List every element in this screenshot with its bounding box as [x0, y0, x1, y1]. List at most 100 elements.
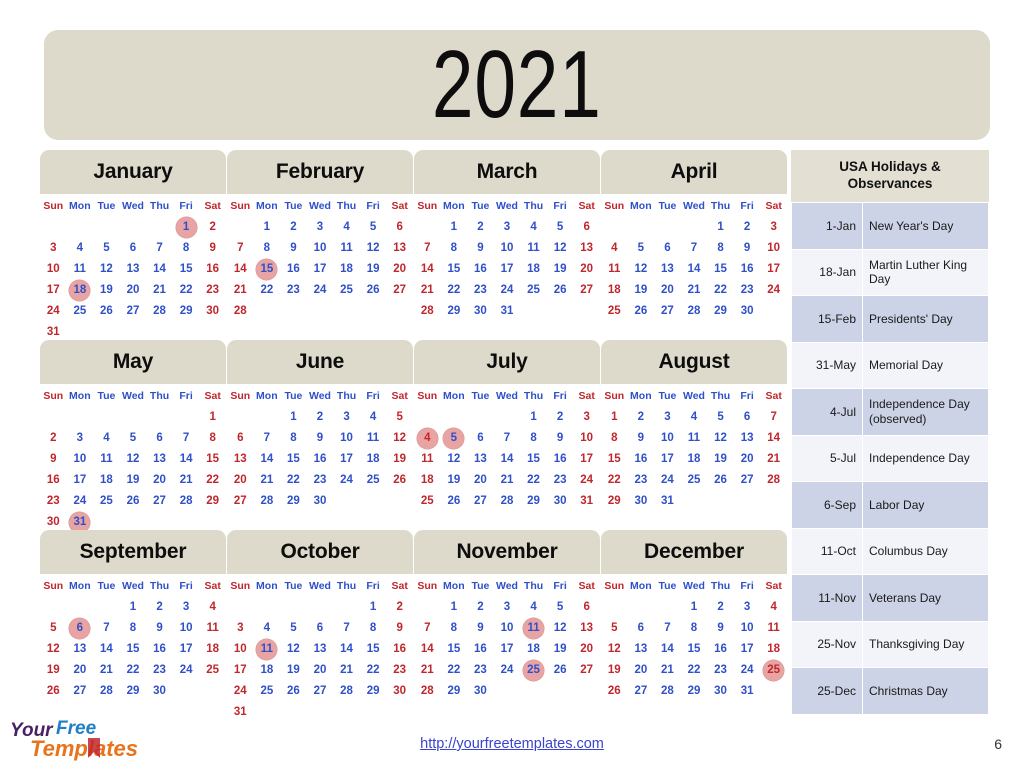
- day-cell[interactable]: 5: [93, 238, 120, 259]
- day-cell[interactable]: 25: [199, 660, 226, 681]
- day-cell[interactable]: 22: [120, 660, 147, 681]
- day-cell[interactable]: 31: [494, 301, 521, 322]
- day-cell[interactable]: 10: [760, 238, 787, 259]
- day-cell[interactable]: 27: [734, 470, 761, 491]
- day-cell[interactable]: 14: [654, 639, 681, 660]
- day-cell[interactable]: 16: [40, 470, 67, 491]
- day-cell[interactable]: 17: [333, 449, 360, 470]
- day-cell[interactable]: 25: [681, 470, 708, 491]
- day-cell[interactable]: 27: [386, 280, 413, 301]
- day-cell[interactable]: 8: [681, 618, 708, 639]
- day-cell[interactable]: 20: [654, 280, 681, 301]
- day-cell[interactable]: 16: [628, 449, 655, 470]
- day-cell[interactable]: 20: [386, 259, 413, 280]
- day-cell[interactable]: 8: [280, 428, 307, 449]
- day-cell[interactable]: 14: [414, 259, 441, 280]
- day-cell[interactable]: 6: [467, 428, 494, 449]
- day-cell[interactable]: 10: [173, 618, 200, 639]
- day-cell[interactable]: 15: [199, 449, 226, 470]
- day-cell[interactable]: 27: [227, 491, 254, 512]
- day-cell[interactable]: 28: [760, 470, 787, 491]
- day-cell[interactable]: 27: [146, 491, 173, 512]
- day-cell[interactable]: 26: [601, 681, 628, 702]
- day-cell[interactable]: 21: [654, 660, 681, 681]
- day-cell[interactable]: 4: [360, 407, 387, 428]
- day-cell[interactable]: 26: [93, 301, 120, 322]
- day-cell[interactable]: 4: [520, 217, 547, 238]
- day-cell[interactable]: 28: [173, 491, 200, 512]
- day-cell[interactable]: 10: [333, 428, 360, 449]
- day-cell[interactable]: 25: [760, 660, 787, 681]
- day-cell[interactable]: 22: [520, 470, 547, 491]
- day-cell[interactable]: 8: [360, 618, 387, 639]
- day-cell[interactable]: 7: [173, 428, 200, 449]
- footer-url[interactable]: http://yourfreetemplates.com: [0, 736, 1024, 752]
- day-cell[interactable]: 4: [93, 428, 120, 449]
- day-cell[interactable]: 7: [93, 618, 120, 639]
- day-cell[interactable]: 20: [67, 660, 94, 681]
- day-cell[interactable]: 21: [146, 280, 173, 301]
- day-cell[interactable]: 15: [601, 449, 628, 470]
- day-cell[interactable]: 1: [441, 217, 468, 238]
- day-cell[interactable]: 12: [441, 449, 468, 470]
- day-cell[interactable]: 28: [254, 491, 281, 512]
- day-cell[interactable]: 11: [681, 428, 708, 449]
- day-cell[interactable]: 16: [386, 639, 413, 660]
- day-cell[interactable]: 1: [120, 597, 147, 618]
- day-cell[interactable]: 1: [520, 407, 547, 428]
- day-cell[interactable]: 27: [628, 681, 655, 702]
- day-cell[interactable]: 13: [227, 449, 254, 470]
- day-cell[interactable]: 12: [547, 618, 574, 639]
- day-cell[interactable]: 3: [173, 597, 200, 618]
- day-cell[interactable]: 10: [734, 618, 761, 639]
- day-cell[interactable]: 10: [40, 259, 67, 280]
- day-cell[interactable]: 27: [654, 301, 681, 322]
- day-cell[interactable]: 13: [307, 639, 334, 660]
- day-cell[interactable]: 3: [573, 407, 600, 428]
- day-cell[interactable]: 31: [573, 491, 600, 512]
- day-cell[interactable]: 23: [280, 280, 307, 301]
- day-cell[interactable]: 6: [628, 618, 655, 639]
- day-cell[interactable]: 14: [227, 259, 254, 280]
- day-cell[interactable]: 17: [40, 280, 67, 301]
- day-cell[interactable]: 18: [254, 660, 281, 681]
- day-cell[interactable]: 17: [494, 259, 521, 280]
- day-cell[interactable]: 30: [467, 681, 494, 702]
- day-cell[interactable]: 4: [254, 618, 281, 639]
- day-cell[interactable]: 14: [173, 449, 200, 470]
- day-cell[interactable]: 25: [601, 301, 628, 322]
- day-cell[interactable]: 11: [93, 449, 120, 470]
- day-cell[interactable]: 28: [93, 681, 120, 702]
- day-cell[interactable]: 17: [654, 449, 681, 470]
- day-cell[interactable]: 24: [227, 681, 254, 702]
- day-cell[interactable]: 20: [573, 639, 600, 660]
- day-cell[interactable]: 17: [307, 259, 334, 280]
- day-cell[interactable]: 24: [67, 491, 94, 512]
- day-cell[interactable]: 22: [441, 660, 468, 681]
- day-cell[interactable]: 16: [280, 259, 307, 280]
- day-cell[interactable]: 22: [360, 660, 387, 681]
- day-cell[interactable]: 28: [414, 301, 441, 322]
- day-cell[interactable]: 13: [120, 259, 147, 280]
- day-cell[interactable]: 6: [573, 597, 600, 618]
- day-cell[interactable]: 23: [707, 660, 734, 681]
- day-cell[interactable]: 22: [173, 280, 200, 301]
- day-cell[interactable]: 15: [254, 259, 281, 280]
- day-cell[interactable]: 14: [254, 449, 281, 470]
- day-cell[interactable]: 12: [547, 238, 574, 259]
- day-cell[interactable]: 9: [307, 428, 334, 449]
- day-cell[interactable]: 24: [173, 660, 200, 681]
- day-cell[interactable]: 23: [467, 280, 494, 301]
- day-cell[interactable]: 11: [520, 618, 547, 639]
- day-cell[interactable]: 19: [707, 449, 734, 470]
- day-cell[interactable]: 18: [414, 470, 441, 491]
- day-cell[interactable]: 17: [734, 639, 761, 660]
- day-cell[interactable]: 13: [67, 639, 94, 660]
- day-cell[interactable]: 2: [734, 217, 761, 238]
- day-cell[interactable]: 11: [199, 618, 226, 639]
- day-cell[interactable]: 8: [520, 428, 547, 449]
- day-cell[interactable]: 8: [441, 238, 468, 259]
- day-cell[interactable]: 23: [386, 660, 413, 681]
- day-cell[interactable]: 2: [307, 407, 334, 428]
- day-cell[interactable]: 7: [494, 428, 521, 449]
